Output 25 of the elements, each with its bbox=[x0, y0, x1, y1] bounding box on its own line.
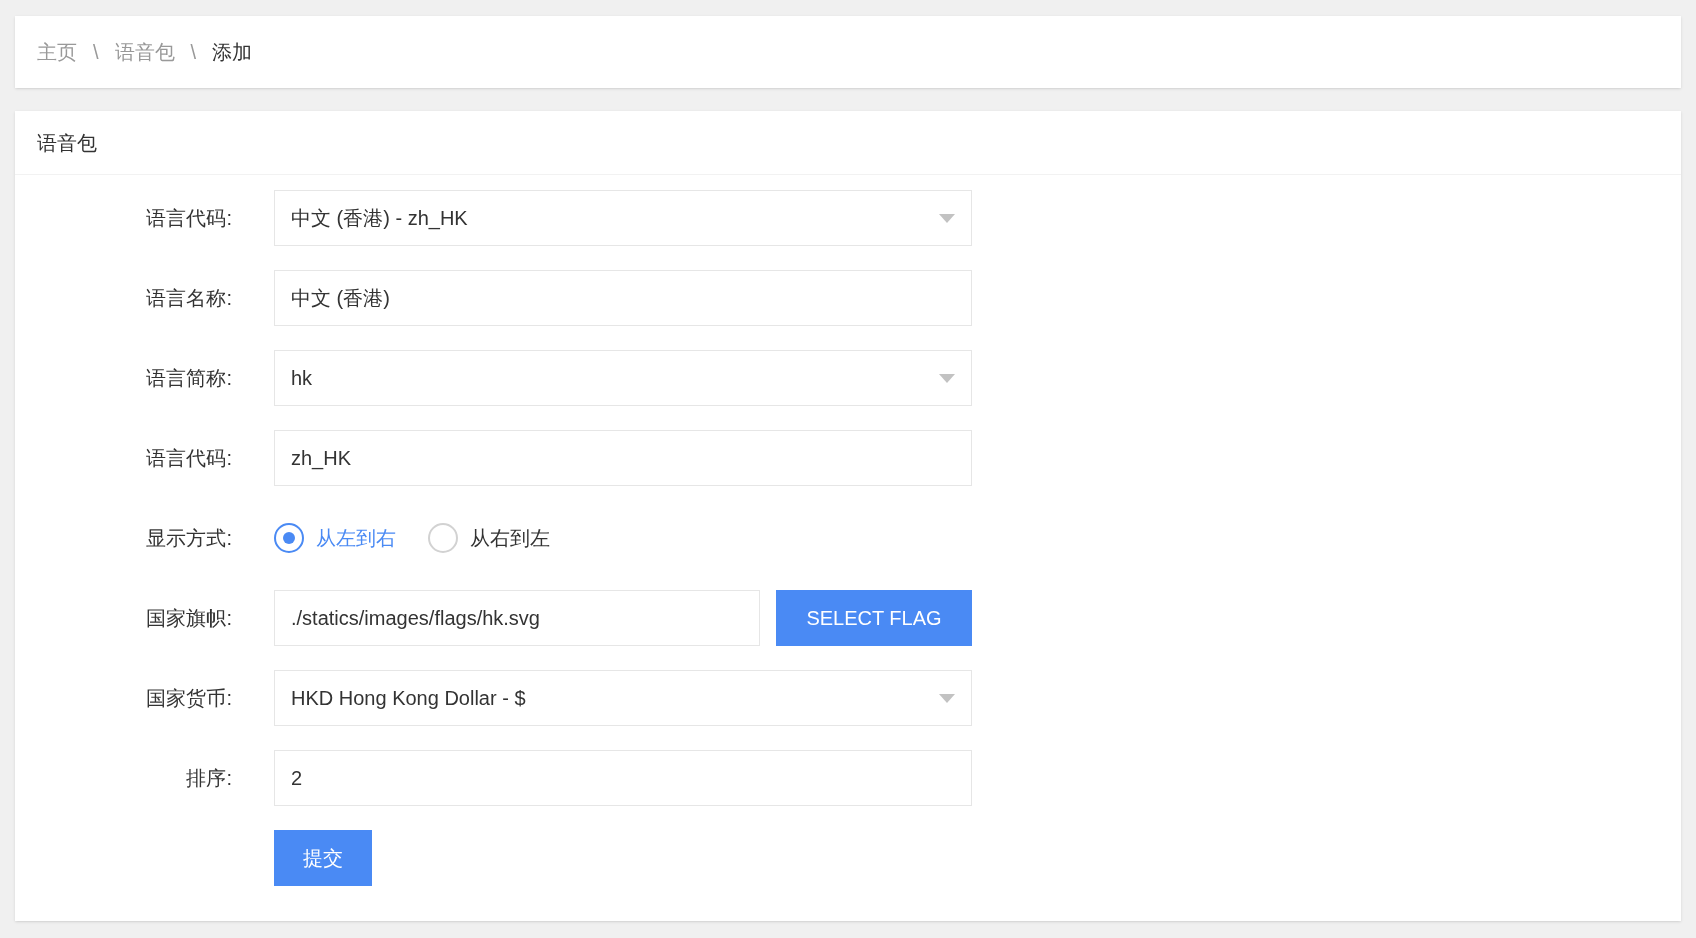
field-label: 排序: bbox=[185, 766, 233, 791]
input-field[interactable]: 中文 (香港) bbox=[274, 270, 972, 326]
field-label: 语言简称: bbox=[145, 366, 233, 391]
select-field[interactable]: HKD Hong Kong Dollar - $ bbox=[274, 670, 972, 726]
field-label: 语言代码: bbox=[145, 446, 233, 471]
radio-button[interactable] bbox=[428, 523, 458, 553]
field-label: 国家旗帜: bbox=[145, 606, 233, 631]
input-field[interactable]: zh_HK bbox=[274, 430, 972, 486]
field-label: 显示方式: bbox=[145, 526, 233, 551]
breadcrumb-link[interactable]: 添加 bbox=[212, 37, 253, 67]
caret-icon bbox=[939, 213, 955, 223]
radio-label[interactable]: 从右到左 bbox=[470, 523, 550, 553]
input-field[interactable]: 2 bbox=[274, 750, 972, 806]
field-label: 国家货币: bbox=[145, 686, 233, 711]
caret-icon bbox=[939, 693, 955, 703]
field-label: 语言名称: bbox=[145, 286, 233, 311]
select-field[interactable]: 中文 (香港) - zh_HK bbox=[274, 190, 972, 246]
breadcrumb-separator: \ bbox=[190, 40, 197, 65]
select-field[interactable]: hk bbox=[274, 350, 972, 406]
card-title: 语音包 bbox=[37, 130, 97, 156]
field-label: 语言代码: bbox=[145, 206, 233, 231]
input-field[interactable]: ./statics/images/flags/hk.svg bbox=[274, 590, 760, 646]
radio-button[interactable] bbox=[274, 523, 304, 553]
breadcrumb-separator: \ bbox=[93, 40, 99, 65]
caret-icon bbox=[939, 373, 955, 383]
